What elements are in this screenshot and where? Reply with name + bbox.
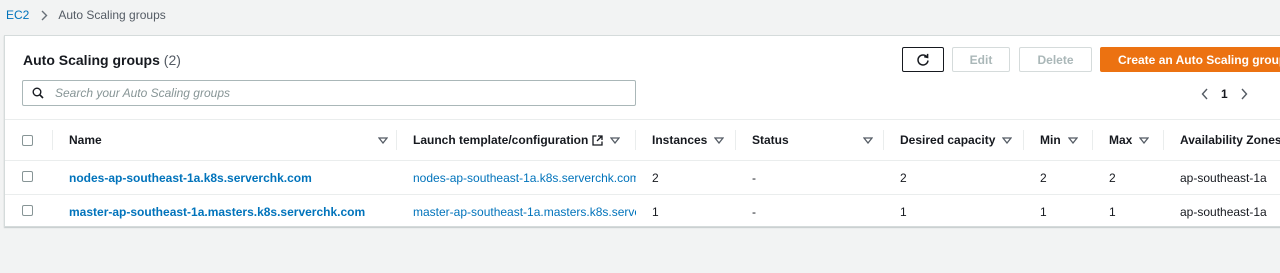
column-header-name[interactable]: Name [53,119,397,161]
availability-zones-value: ap-southeast-1a [1180,204,1267,219]
row-checkbox[interactable] [22,170,33,182]
row-checkbox[interactable] [22,204,33,216]
panel-title-text: Auto Scaling groups [23,52,160,68]
panel-count: (2) [163,52,181,68]
refresh-icon [916,53,930,67]
instances-value: 2 [652,170,659,185]
max-value: 1 [1109,204,1116,219]
external-link-icon [592,134,603,146]
chevron-right-icon [41,10,48,21]
caret-down-icon [714,136,725,144]
table-row[interactable]: nodes-ap-southeast-1a.k8s.serverchk.com … [5,160,1280,195]
select-all-checkbox[interactable] [22,134,33,146]
min-value: 1 [1040,204,1047,219]
caret-down-icon [1067,136,1078,144]
table-header-row: Name Launch template/configuration Insta… [5,119,1280,161]
auto-scaling-groups-panel: Auto Scaling groups (2) Edit Delete Crea… [4,35,1280,229]
pagination: 1 [1195,84,1254,104]
caret-down-icon [863,136,873,144]
status-value: - [752,170,756,185]
search-icon [32,87,44,99]
caret-down-icon [610,136,621,144]
chevron-left-icon[interactable] [1195,84,1215,104]
column-header-availability-zones[interactable]: Availability Zones [1164,119,1280,161]
launch-template-link[interactable]: nodes-ap-southeast-1a.k8s.serverchk.com [413,171,636,185]
availability-zones-value: ap-southeast-1a [1180,170,1267,185]
table-row[interactable]: master-ap-southeast-1a.masters.k8s.serve… [5,194,1280,229]
caret-down-icon [378,136,388,144]
asg-name-link[interactable]: nodes-ap-southeast-1a.k8s.serverchk.com [69,171,312,185]
column-header-instances[interactable]: Instances [636,119,736,161]
asg-name-link[interactable]: master-ap-southeast-1a.masters.k8s.serve… [69,205,365,219]
min-value: 2 [1040,170,1047,185]
panel-title: Auto Scaling groups (2) [23,52,181,68]
column-header-max[interactable]: Max [1093,119,1164,161]
breadcrumb: EC2 Auto Scaling groups [6,7,166,23]
delete-button[interactable]: Delete [1019,47,1092,72]
page-number[interactable]: 1 [1221,87,1228,101]
chevron-right-icon[interactable] [1234,84,1254,104]
auto-scaling-groups-table: Name Launch template/configuration Insta… [5,119,1280,229]
column-header-min[interactable]: Min [1024,119,1093,161]
desired-capacity-value: 1 [900,204,907,219]
search-input[interactable] [53,85,635,101]
instances-value: 1 [652,204,659,219]
column-header-status[interactable]: Status [736,119,884,161]
create-auto-scaling-group-button[interactable]: Create an Auto Scaling group [1100,47,1280,72]
caret-down-icon [1002,136,1013,144]
breadcrumb-ec2-link[interactable]: EC2 [6,8,29,22]
search-box [22,80,636,106]
column-header-desired-capacity[interactable]: Desired capacity [884,119,1024,161]
max-value: 2 [1109,170,1116,185]
breadcrumb-current: Auto Scaling groups [58,8,166,22]
refresh-button[interactable] [902,47,944,72]
launch-template-link[interactable]: master-ap-southeast-1a.masters.k8s.serve… [413,205,636,219]
desired-capacity-value: 2 [900,170,907,185]
column-header-launch-template[interactable]: Launch template/configuration [397,119,636,161]
caret-down-icon [1139,136,1150,144]
select-all-header [5,119,53,161]
edit-button[interactable]: Edit [952,47,1010,72]
status-value: - [752,204,756,219]
